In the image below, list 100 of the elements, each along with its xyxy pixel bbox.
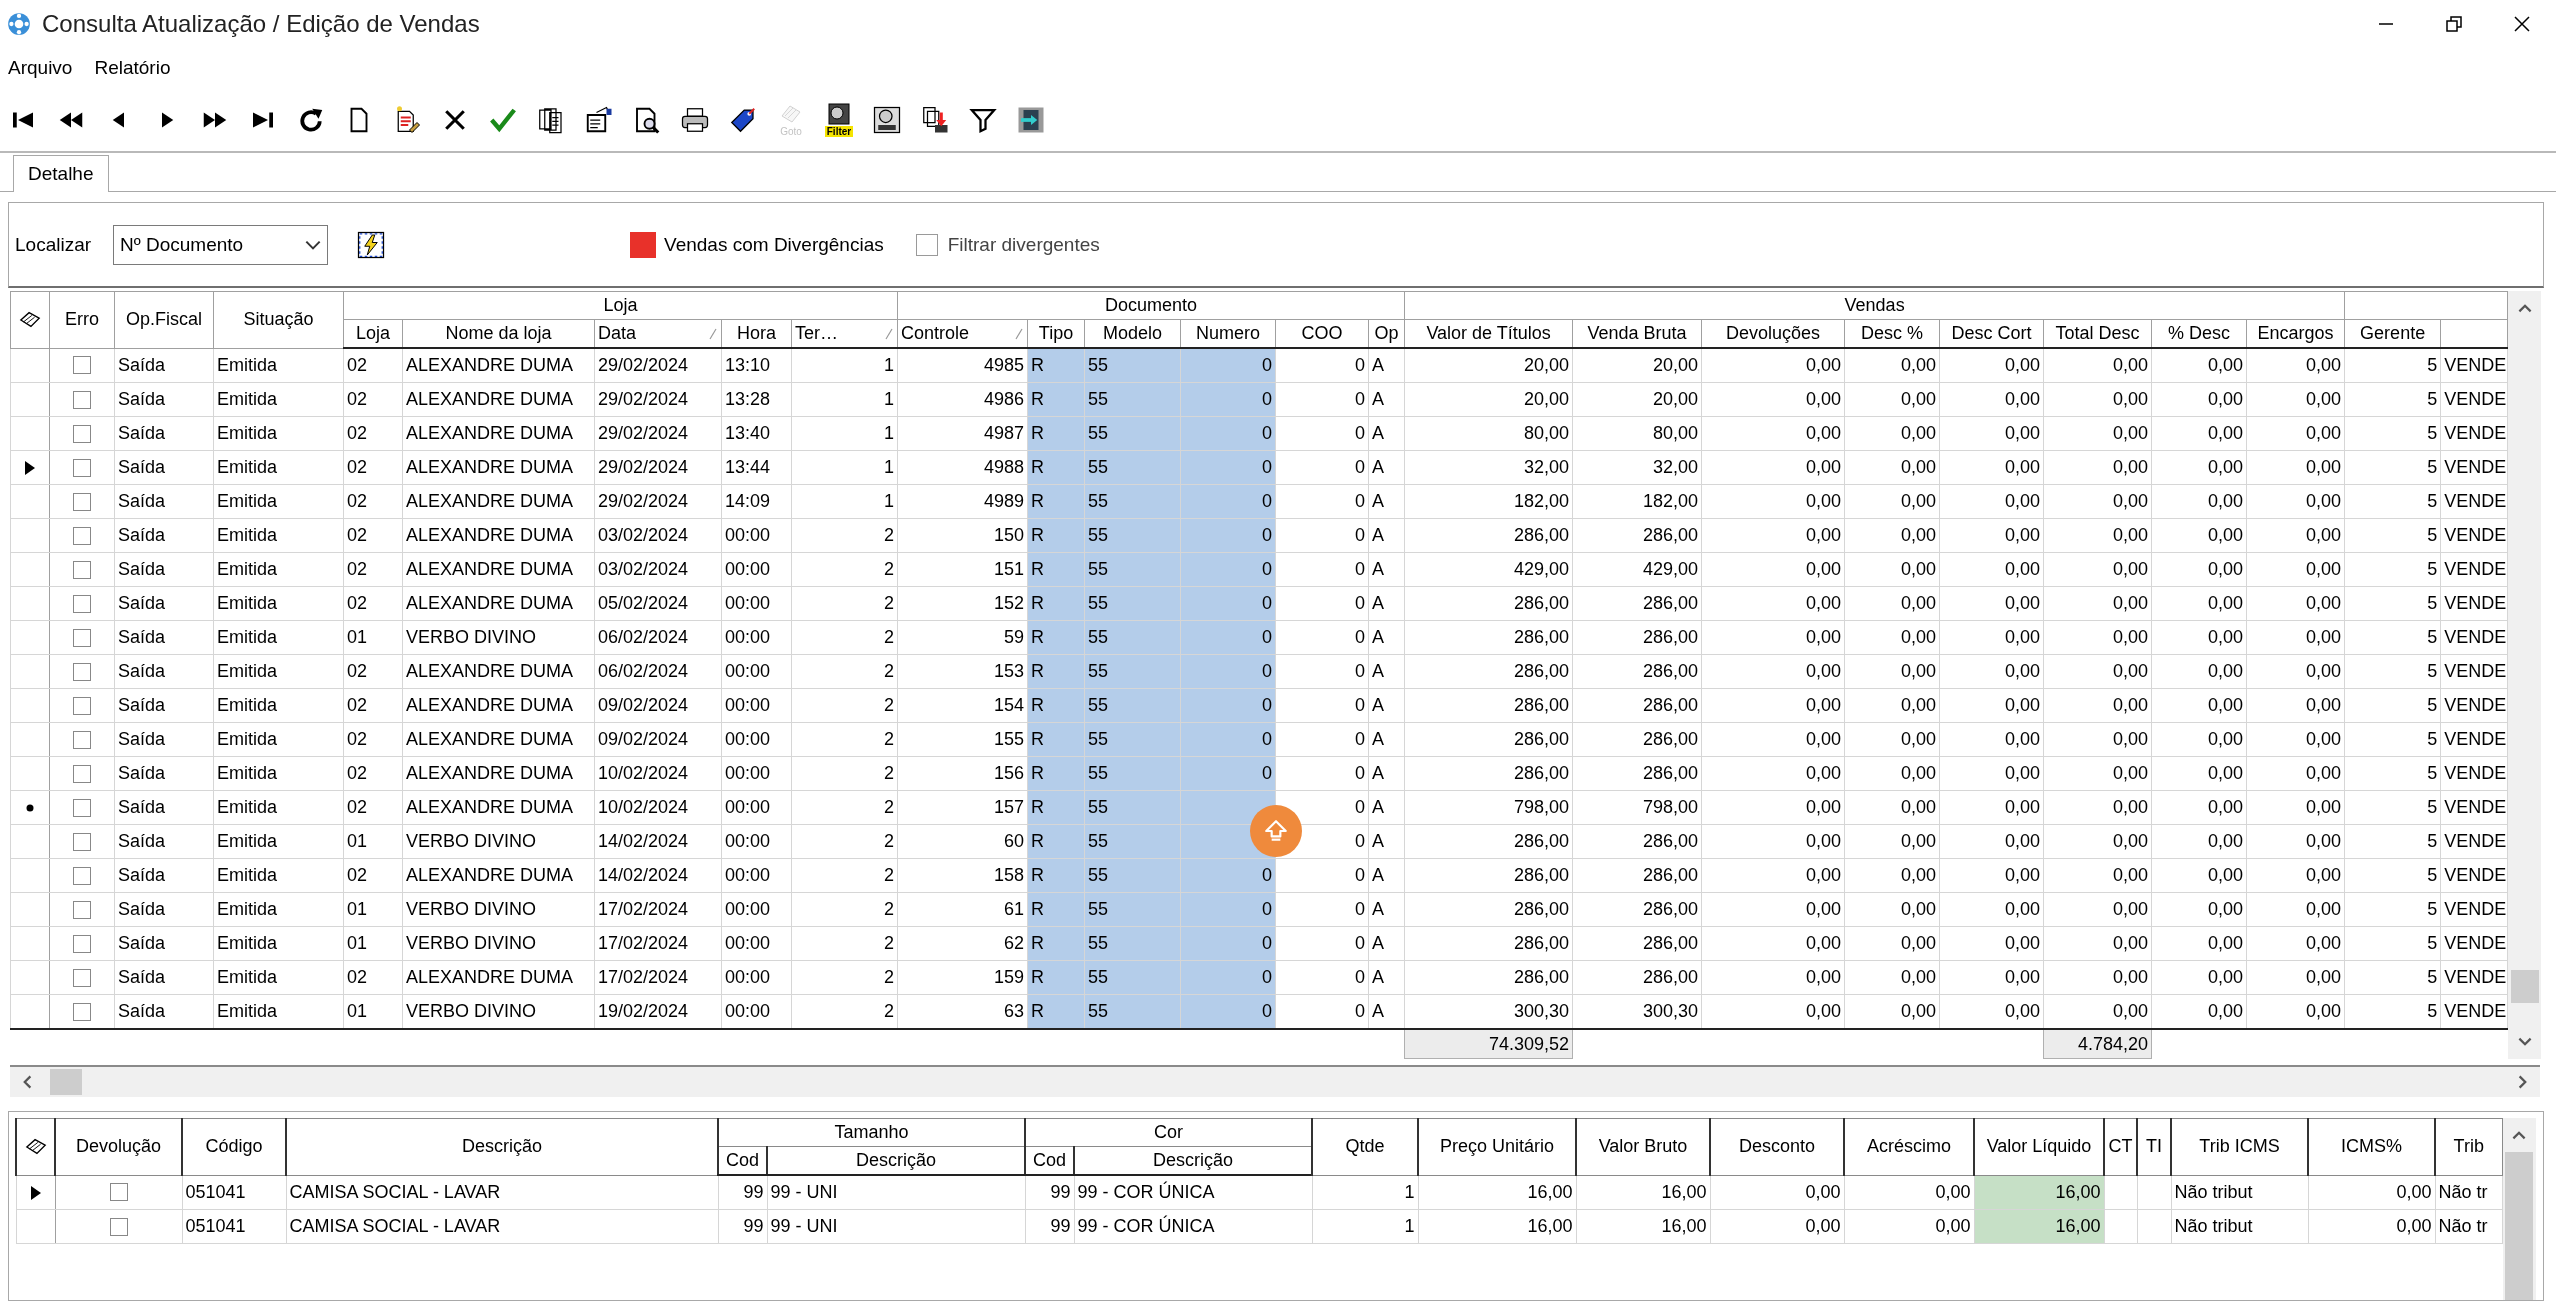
table-cell: 13:44 [721, 450, 792, 485]
scrollbar-thumb[interactable] [2510, 970, 2539, 1003]
table-cell: 2 [791, 722, 898, 757]
table-cell: 03/02/2024 [594, 518, 722, 553]
export-icon[interactable] [920, 104, 950, 135]
checkbox[interactable] [109, 1183, 128, 1202]
table-cell: 0,00 [1701, 688, 1845, 723]
scrollbar-thumb[interactable] [50, 1069, 82, 1095]
checkbox[interactable] [915, 233, 938, 256]
table-cell: 4989 [897, 484, 1028, 519]
checkbox[interactable] [73, 900, 91, 919]
monitor-icon[interactable] [872, 104, 902, 135]
checkbox[interactable] [73, 832, 91, 851]
table-cell: A [1368, 620, 1405, 655]
table-cell: 158 [897, 858, 1028, 893]
table-cell: A [1368, 926, 1405, 961]
close-icon[interactable] [2512, 14, 2532, 34]
column-header[interactable]: ICMS% [2341, 1136, 2402, 1158]
table-cell: Saída [114, 688, 214, 723]
table-cell: 0 [1180, 926, 1276, 961]
table-cell: 0,00 [1701, 756, 1845, 791]
table-cell: 4988 [897, 450, 1028, 485]
up-arrow-icon [1263, 818, 1289, 844]
checkbox[interactable] [73, 390, 91, 409]
table-cell: ALEXANDRE DUMA [402, 552, 595, 587]
table-cell: 051041 [182, 1175, 286, 1210]
table-cell: Saída [114, 926, 214, 961]
table-cell: 0,00 [2246, 688, 2345, 723]
checkbox[interactable] [73, 662, 91, 681]
table-cell: 0 [1275, 348, 1369, 383]
table-cell: 0,00 [1844, 824, 1940, 859]
checkbox[interactable] [73, 866, 91, 885]
table-cell: 0,00 [2151, 382, 2247, 417]
table-cell: 99 - UNI [767, 1175, 1025, 1210]
table-cell: A [1368, 450, 1405, 485]
table-cell: 0,00 [2043, 688, 2152, 723]
table-cell: 55 [1084, 382, 1181, 417]
column-header[interactable]: TI [2146, 1136, 2162, 1158]
table-cell: 00:00 [721, 654, 792, 689]
table-cell: 55 [1084, 756, 1181, 791]
table-cell: 0,00 [1844, 382, 1940, 417]
checkbox[interactable] [73, 798, 91, 817]
checkbox[interactable] [73, 934, 91, 953]
table-cell: 60 [897, 824, 1028, 859]
checkbox[interactable] [73, 424, 91, 443]
checkbox[interactable] [73, 356, 91, 375]
table-cell: 0,00 [2151, 620, 2247, 655]
scrollbar-thumb[interactable] [2505, 1152, 2533, 1300]
floating-button[interactable] [1250, 805, 1302, 857]
checkbox[interactable] [73, 458, 91, 477]
checkbox[interactable] [73, 764, 91, 783]
column-header[interactable]: Descrição [462, 1136, 542, 1158]
checkbox[interactable] [73, 1002, 91, 1021]
table-cell: 0,00 [1844, 756, 1940, 791]
checkbox[interactable] [73, 730, 91, 749]
checkbox[interactable] [73, 492, 91, 511]
menu-item[interactable]: Arquivo [8, 57, 73, 79]
table-cell: VERBO DIVINO [402, 620, 595, 655]
column-header[interactable]: Qtde [1345, 1136, 1385, 1158]
lightning-icon[interactable] [356, 229, 387, 260]
table-cell: 10/02/2024 [594, 756, 722, 791]
table-cell: 0 [1180, 416, 1276, 451]
checkbox-label[interactable]: Filtrar divergentes [947, 233, 1100, 256]
table-cell: 429,00 [1572, 552, 1702, 587]
menu-item[interactable]: Relatório [94, 57, 171, 79]
table-cell: 0,00 [1844, 858, 1940, 893]
table-cell: 0,00 [2151, 858, 2247, 893]
form-icon[interactable] [584, 104, 614, 135]
checkbox[interactable] [73, 968, 91, 987]
checkbox[interactable] [73, 628, 91, 647]
table-cell: Saída [114, 620, 214, 655]
vertical-scrollbar[interactable] [2508, 291, 2542, 1059]
table-cell: 4987 [897, 416, 1028, 451]
restore-icon[interactable] [2444, 14, 2464, 34]
table-cell: Não tribut [2171, 1175, 2308, 1210]
table-cell: 0 [1180, 552, 1276, 587]
vertical-scrollbar[interactable] [2502, 1118, 2536, 1300]
table-cell: R [1027, 722, 1085, 757]
checkbox[interactable] [73, 560, 91, 579]
table-cell: VENDE [2440, 348, 2508, 383]
table-cell: ALEXANDRE DUMA [402, 858, 595, 893]
checkbox[interactable] [73, 526, 91, 545]
table-cell: 0,00 [2246, 518, 2345, 553]
table-cell: 0,00 [2246, 620, 2345, 655]
dropdown[interactable]: Nº Documento [113, 224, 329, 265]
table-cell: 286,00 [1404, 960, 1573, 995]
table-cell: 55 [1084, 790, 1181, 825]
table-cell: Saída [114, 552, 214, 587]
table-cell: 0,00 [1701, 552, 1845, 587]
table-cell: 0 [1180, 858, 1276, 893]
table-cell: 02 [343, 552, 403, 587]
table-cell: 2 [791, 960, 898, 995]
table-cell: ALEXANDRE DUMA [402, 960, 595, 995]
column-header[interactable]: Erro [65, 309, 99, 331]
checkbox[interactable] [73, 696, 91, 715]
checkbox[interactable] [73, 594, 91, 613]
horizontal-scrollbar[interactable] [10, 1065, 2540, 1097]
checkbox[interactable] [109, 1217, 128, 1236]
tab[interactable]: Detalhe [13, 155, 109, 192]
column-header[interactable]: Trib [2453, 1136, 2484, 1158]
